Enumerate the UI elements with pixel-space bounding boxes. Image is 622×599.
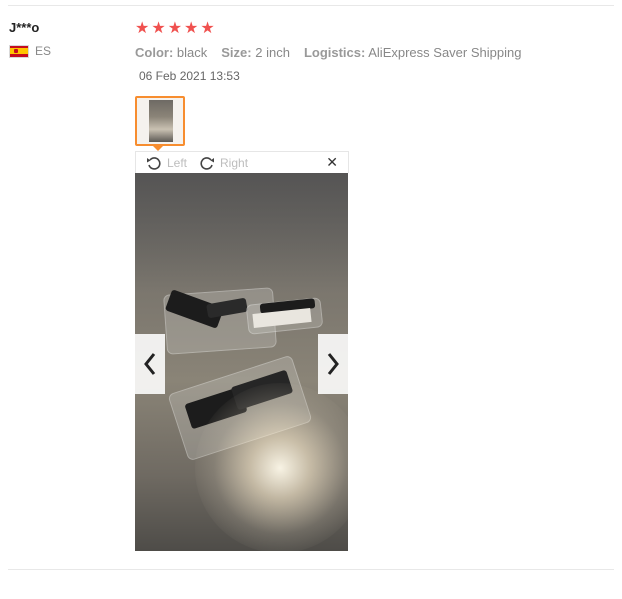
viewer-toolbar: Left Right ✕ xyxy=(135,151,349,173)
rotate-left-button[interactable]: Left xyxy=(146,156,187,170)
close-icon[interactable]: ✕ xyxy=(326,154,338,171)
star-icon: ★ xyxy=(151,20,166,37)
thumbnail-image xyxy=(149,100,173,142)
spec-value: 2 inch xyxy=(255,45,290,60)
reviewer-info: J***o ES xyxy=(9,20,51,58)
rotate-right-label: Right xyxy=(220,155,249,170)
review-photo xyxy=(135,173,348,551)
chevron-left-icon xyxy=(144,353,156,375)
review-content: ★ ★ ★ ★ ★ Color: black Size: 2 inch Logi… xyxy=(135,20,521,83)
product-specs: Color: black Size: 2 inch Logistics: Ali… xyxy=(135,45,521,60)
country-code: ES xyxy=(35,44,52,58)
spec-value: AliExpress Saver Shipping xyxy=(368,45,522,60)
spec-value: black xyxy=(176,45,208,60)
rotate-left-label: Left xyxy=(167,155,188,170)
spec-logistics: Logistics: AliExpress Saver Shipping xyxy=(304,45,522,60)
spec-color: Color: black xyxy=(135,45,207,60)
star-icon: ★ xyxy=(135,20,150,37)
star-rating: ★ ★ ★ ★ ★ xyxy=(135,20,521,38)
review-photo-thumbnail[interactable] xyxy=(135,96,185,146)
star-icon: ★ xyxy=(184,20,199,37)
divider xyxy=(8,5,614,6)
spec-label: Logistics: xyxy=(303,45,366,60)
spec-size: Size: 2 inch xyxy=(221,45,290,60)
spec-label: Color: xyxy=(135,45,174,60)
spec-label: Size: xyxy=(221,45,252,60)
rotate-right-button[interactable]: Right xyxy=(199,156,248,170)
photo-viewer: Left Right ✕ xyxy=(135,151,349,551)
star-icon: ★ xyxy=(200,20,215,37)
spain-flag-icon xyxy=(9,44,29,58)
chevron-right-icon xyxy=(327,353,339,375)
previous-photo-button[interactable] xyxy=(135,334,165,394)
reviewer-country: ES xyxy=(9,44,51,58)
rotate-right-icon xyxy=(200,156,215,170)
reviewer-name: J***o xyxy=(9,20,40,35)
divider xyxy=(8,569,614,570)
review-date: 06 Feb 2021 13:53 xyxy=(139,69,240,83)
review-item: J***o ES ★ ★ ★ ★ ★ Color: black Size: 2 … xyxy=(0,0,622,599)
rotate-left-icon xyxy=(147,156,161,170)
next-photo-button[interactable] xyxy=(318,334,348,394)
star-icon: ★ xyxy=(167,20,183,37)
